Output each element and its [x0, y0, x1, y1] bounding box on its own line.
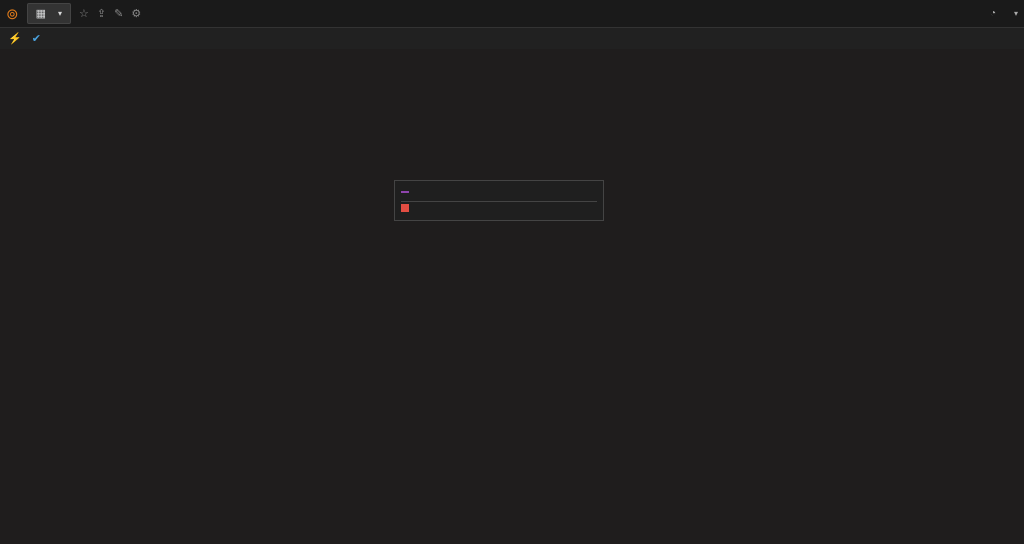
tooltip-tag [401, 191, 409, 193]
save-icon[interactable]: ✎ [114, 7, 123, 20]
annotation-tooltip [394, 180, 604, 221]
share-icon[interactable]: ⇪ [97, 7, 106, 20]
top-panels-row [0, 49, 1024, 61]
tooltip-footer [401, 201, 597, 215]
caret-down-icon[interactable]: ▾ [1014, 9, 1018, 18]
check-icon: ✔ [32, 32, 41, 45]
clock-icon: ◔ [990, 8, 996, 19]
series-swatch [401, 204, 409, 212]
caret-down-icon: ▾ [58, 9, 62, 18]
bolt-icon: ⚡ [8, 32, 22, 45]
star-icon[interactable]: ☆ [79, 7, 89, 20]
grafana-logo-icon[interactable]: ⊚ [6, 5, 19, 23]
settings-icon[interactable]: ⚙ [131, 7, 141, 20]
row-header[interactable]: ⚡ ✔ [0, 28, 1024, 49]
apps-icon: ▦ [36, 7, 46, 20]
dashboard-picker[interactable]: ▦ ▾ [27, 3, 71, 24]
bottom-row-2 [0, 73, 1024, 79]
topbar: ⊚ ▦ ▾ ☆ ⇪ ✎ ⚙ ◔ ▾ [0, 0, 1024, 28]
